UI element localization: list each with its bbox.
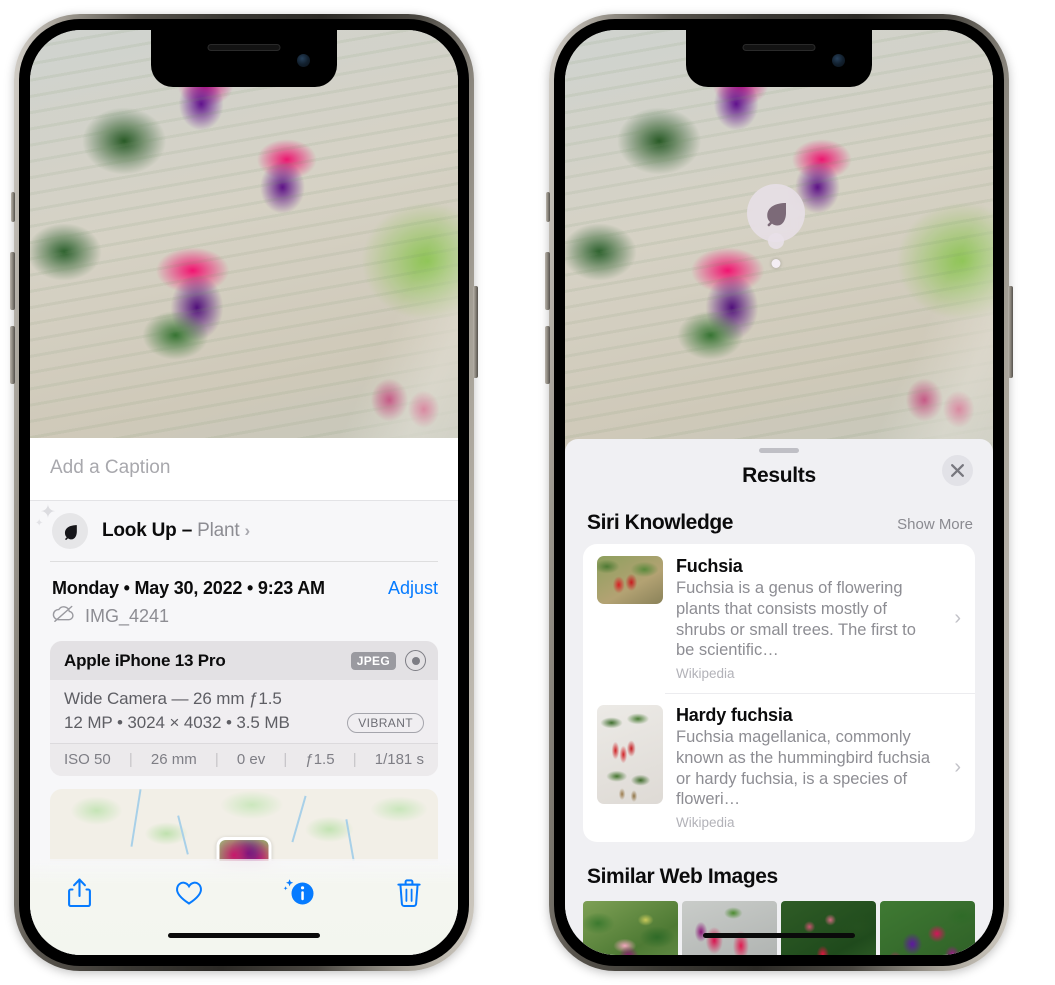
earpiece-speaker (742, 44, 816, 51)
chevron-right-icon: › (954, 756, 961, 779)
power-button[interactable] (1008, 286, 1013, 378)
page-title: Results (742, 464, 816, 487)
exif-separator: | (214, 751, 219, 768)
web-image-3[interactable] (781, 901, 876, 955)
file-row: IMG_4241 (30, 599, 458, 641)
capture-date: Monday • May 30, 2022 • 9:23 AM (52, 578, 325, 598)
volume-down-button[interactable] (545, 326, 550, 384)
web-image-2[interactable] (682, 901, 777, 955)
left-phone-bezel: Add a Caption ✦ ✦ Look Up – Plant › Mond… (19, 19, 469, 966)
section-title: Siri Knowledge (587, 511, 734, 534)
exif-aperture: ƒ1.5 (305, 751, 335, 768)
caption-placeholder: Add a Caption (50, 457, 171, 478)
knowledge-thumbnail (597, 556, 663, 604)
info-button[interactable] (276, 871, 322, 915)
badge-tail (768, 233, 784, 249)
resolution-line: 12 MP • 3024 × 4032 • 3.5 MB (64, 713, 290, 732)
leaf-icon (747, 184, 805, 249)
home-indicator[interactable] (168, 933, 320, 938)
right-phone-bezel: Results Siri Knowledge Show More Fuchsia… (554, 19, 1004, 966)
share-button[interactable] (56, 871, 102, 915)
home-indicator[interactable] (703, 933, 855, 938)
siri-knowledge-header: Siri Knowledge Show More (565, 488, 993, 544)
exif-separator: | (128, 751, 133, 768)
web-image-4[interactable] (880, 901, 975, 955)
knowledge-title: Fuchsia (676, 556, 743, 576)
favorite-button[interactable] (166, 871, 212, 915)
exif-shutter-speed: 1/181 s (374, 751, 424, 768)
leaf-icon: ✦ ✦ (35, 503, 88, 549)
exif-separator: | (352, 751, 357, 768)
aperture-icon (405, 650, 426, 671)
look-up-row[interactable]: ✦ ✦ Look Up – Plant › (30, 501, 458, 562)
close-button[interactable] (942, 455, 973, 486)
mute-switch[interactable] (546, 192, 550, 222)
similar-web-images-header: Similar Web Images (565, 842, 993, 898)
notch (686, 30, 872, 87)
section-title: Similar Web Images (587, 865, 778, 889)
exif-separator: | (283, 751, 288, 768)
exif-iso: ISO 50 (64, 751, 111, 768)
mute-switch[interactable] (11, 192, 15, 222)
right-phone-frame: Results Siri Knowledge Show More Fuchsia… (545, 14, 1013, 971)
look-up-subject: Plant (197, 520, 240, 541)
visual-lookup-badge[interactable] (747, 184, 805, 268)
results-header: Results (565, 453, 993, 488)
look-up-dash: – (181, 520, 193, 541)
exif-focal-length: 26 mm (150, 751, 197, 768)
map-photo-pin[interactable] (216, 837, 272, 861)
photos-toolbar (30, 859, 458, 955)
photographic-style-badge: VIBRANT (347, 713, 424, 733)
caption-field[interactable]: Add a Caption (30, 438, 458, 501)
knowledge-source: Wikipedia (676, 815, 735, 831)
right-phone-screen: Results Siri Knowledge Show More Fuchsia… (565, 30, 993, 955)
similar-web-images-strip (565, 901, 993, 955)
front-camera-icon (297, 54, 310, 67)
icloud-slash-icon (52, 605, 75, 627)
left-phone-frame: Add a Caption ✦ ✦ Look Up – Plant › Mond… (10, 14, 478, 971)
exif-exposure-bias: 0 ev (236, 751, 266, 768)
chevron-right-icon: › (954, 607, 961, 630)
knowledge-thumbnail (597, 705, 663, 805)
chevron-right-icon: › (244, 521, 250, 540)
file-name: IMG_4241 (85, 605, 170, 626)
date-row: Monday • May 30, 2022 • 9:23 AM Adjust (30, 562, 458, 599)
exif-stats-row: ISO 50 | 26 mm | 0 ev | ƒ1.5 | 1/181 s (50, 743, 438, 776)
volume-down-button[interactable] (10, 326, 15, 384)
adjust-button[interactable]: Adjust (388, 578, 438, 599)
left-phone-screen: Add a Caption ✦ ✦ Look Up – Plant › Mond… (30, 30, 458, 955)
format-badge: JPEG (350, 651, 396, 670)
power-button[interactable] (473, 286, 478, 378)
camera-device-name: Apple iPhone 13 Pro (64, 650, 226, 670)
notch (151, 30, 337, 87)
camera-info-card: Apple iPhone 13 Pro JPEG Wide Camera — 2… (50, 641, 438, 776)
siri-knowledge-card: Fuchsia Fuchsia is a genus of flowering … (583, 544, 975, 843)
delete-button[interactable] (386, 871, 432, 915)
sparkle-small-icon: ✦ (35, 518, 44, 529)
look-up-title: Look Up (102, 520, 177, 541)
results-sheet: Results Siri Knowledge Show More Fuchsia… (565, 439, 993, 955)
earpiece-speaker (207, 44, 281, 51)
web-image-1[interactable] (583, 901, 678, 955)
list-item[interactable]: Fuchsia Fuchsia is a genus of flowering … (583, 544, 975, 693)
knowledge-title: Hardy fuchsia (676, 705, 793, 726)
show-more-button[interactable]: Show More (897, 516, 973, 533)
lens-line: Wide Camera — 26 mm ƒ1.5 (64, 689, 282, 708)
knowledge-source: Wikipedia (676, 666, 735, 682)
volume-up-button[interactable] (10, 252, 15, 310)
list-item[interactable]: Hardy fuchsia Fuchsia magellanica, commo… (583, 693, 975, 842)
knowledge-description: Fuchsia is a genus of flowering plants t… (676, 579, 916, 660)
knowledge-description: Fuchsia magellanica, commonly known as t… (676, 728, 931, 809)
look-up-label: Look Up – Plant › (102, 520, 250, 542)
badge-anchor-dot (771, 259, 781, 268)
camera-card-header: Apple iPhone 13 Pro JPEG (50, 641, 438, 680)
front-camera-icon (832, 54, 845, 67)
location-map-thumbnail[interactable] (50, 789, 438, 861)
camera-card-body: Wide Camera — 26 mm ƒ1.5 12 MP • 3024 × … (50, 680, 438, 743)
volume-up-button[interactable] (545, 252, 550, 310)
